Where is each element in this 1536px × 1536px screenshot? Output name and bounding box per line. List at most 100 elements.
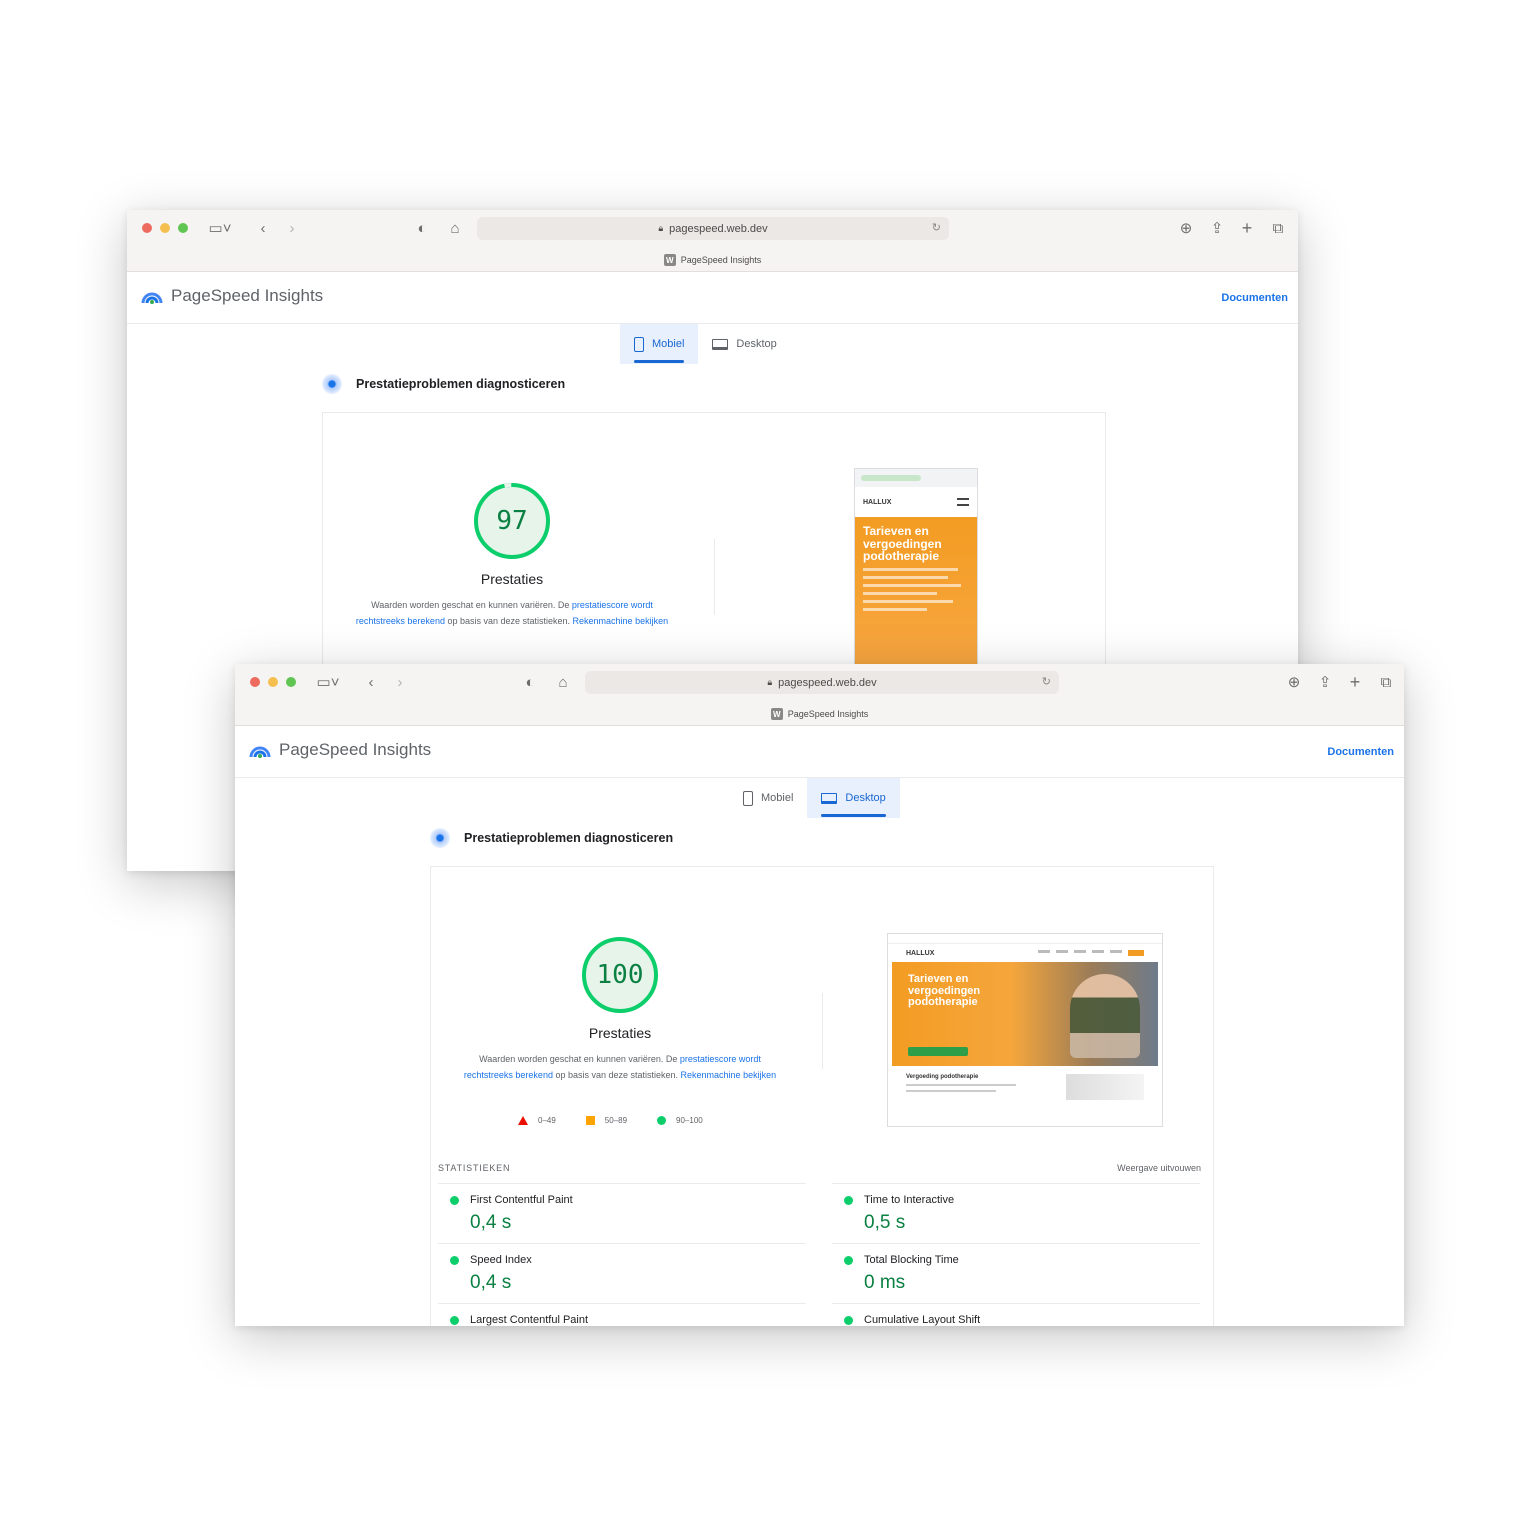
minimize-window-button[interactable] — [268, 677, 278, 687]
privacy-shield-icon[interactable]: ◐ — [413, 218, 431, 238]
note-text-2: op basis van deze statistieken. — [444, 616, 573, 626]
address-bar[interactable]: 🔒︎ pagespeed.web.dev ↻ — [477, 217, 949, 240]
zoom-window-button[interactable] — [286, 677, 296, 687]
new-tab-icon[interactable]: + — [1238, 218, 1256, 238]
mobile-screenshot: HALLUX Tarieven en vergoedingen podother… — [854, 468, 978, 666]
screenshot-hero-title: Tarieven en vergoedingen podotherapie — [863, 524, 942, 564]
screenshot-subsection: Vergoeding podotherapie — [888, 1066, 1162, 1100]
screenshot-hero-title: Tarieven en vergoedingen podotherapie — [908, 973, 981, 1009]
window-controls — [142, 223, 188, 233]
performance-score: 100 — [596, 960, 644, 990]
reload-icon[interactable]: ↻ — [1042, 675, 1051, 688]
download-icon[interactable]: ⊕ — [1177, 218, 1195, 238]
metric-name: Cumulative Layout Shift — [864, 1314, 981, 1326]
calculator-link[interactable]: Rekenmachine bekijken — [681, 1070, 777, 1080]
browser-window-desktop-report: ▭˅ ‹ › ◐ ⌂ 🔒︎ pagespeed.web.dev ↻ ⊕ ⇪ + … — [235, 664, 1404, 1326]
metric-name: First Contentful Paint — [470, 1194, 573, 1206]
psi-logo[interactable]: PageSpeed Insights — [141, 286, 323, 306]
tab-overview-icon[interactable]: ⧉ — [1269, 218, 1287, 238]
legend-pass: 90–100 — [657, 1116, 703, 1125]
back-icon[interactable]: ‹ — [363, 672, 379, 692]
pagespeed-logo-icon — [249, 746, 271, 758]
pagespeed-logo-icon — [141, 292, 163, 304]
performance-label: Prestaties — [588, 1025, 652, 1041]
forward-icon[interactable]: › — [392, 672, 408, 692]
phone-icon — [743, 790, 753, 806]
tab-mobile[interactable]: Mobiel — [620, 324, 699, 364]
pass-dot-icon — [844, 1196, 853, 1205]
divider — [822, 993, 823, 1069]
browser-toolbar: ▭˅ ‹ › ◐ ⌂ 🔒︎ pagespeed.web.dev ↻ ⊕ ⇪ + … — [235, 664, 1404, 726]
laptop-icon — [712, 338, 729, 350]
reload-icon[interactable]: ↻ — [932, 221, 941, 234]
share-icon[interactable]: ⇪ — [1316, 672, 1334, 692]
metric-fcp: First Contentful Paint 0,4 s — [438, 1183, 806, 1243]
browser-tab[interactable]: W PageSpeed Insights — [127, 254, 1298, 266]
expand-view-toggle[interactable]: Weergave uitvouwen — [1117, 1163, 1201, 1173]
close-window-button[interactable] — [250, 677, 260, 687]
forward-icon[interactable]: › — [284, 218, 300, 238]
minimize-window-button[interactable] — [160, 223, 170, 233]
desktop-screenshot: HALLUX Tarieven en vergoedingen podother… — [887, 933, 1163, 1127]
tab-mobile-label: Mobiel — [761, 792, 794, 804]
docs-link[interactable]: Documenten — [1221, 292, 1288, 304]
performance-gauge: 97 — [472, 481, 552, 561]
share-icon[interactable]: ⇪ — [1208, 218, 1226, 238]
report-card: 100 Prestaties Waarden worden geschat en… — [430, 866, 1214, 1326]
tab-desktop[interactable]: Desktop — [807, 778, 900, 818]
psi-brand-title: PageSpeed Insights — [279, 740, 432, 759]
browser-toolbar: ▭˅ ‹ › ◐ ⌂ 🔒︎ pagespeed.web.dev ↻ ⊕ ⇪ + … — [127, 210, 1298, 272]
calculator-link[interactable]: Rekenmachine bekijken — [573, 616, 669, 626]
site-logo: HALLUX — [906, 949, 935, 957]
psi-brand-title: PageSpeed Insights — [171, 286, 324, 305]
sidebar-toggle-icon[interactable]: ▭˅ — [205, 218, 235, 238]
note-text: Waarden worden geschat en kunnen variëre… — [479, 1054, 680, 1064]
psi-logo[interactable]: PageSpeed Insights — [249, 740, 431, 760]
diagnose-heading-text: Prestatieproblemen diagnosticeren — [464, 831, 674, 845]
diagnose-heading: Prestatieproblemen diagnosticeren — [430, 828, 673, 848]
note-text-2: op basis van deze statistieken. — [552, 1070, 681, 1080]
tab-desktop[interactable]: Desktop — [698, 324, 790, 364]
metric-speed-index: Speed Index 0,4 s — [438, 1243, 806, 1303]
score-legend: 0–49 50–89 90–100 — [518, 1116, 703, 1125]
new-tab-icon[interactable]: + — [1346, 672, 1364, 692]
screenshot-nav: HALLUX — [888, 944, 1162, 962]
download-icon[interactable]: ⊕ — [1285, 672, 1303, 692]
home-icon[interactable]: ⌂ — [553, 672, 573, 692]
square-icon — [585, 1116, 595, 1125]
address-bar-url: pagespeed.web.dev — [669, 222, 768, 235]
legend-fail: 0–49 — [518, 1116, 556, 1125]
metric-name: Time to Interactive — [864, 1194, 955, 1206]
site-logo: HALLUX — [863, 498, 892, 506]
window-controls — [250, 677, 296, 687]
performance-score: 97 — [496, 506, 528, 536]
pass-dot-icon — [844, 1316, 853, 1325]
favicon-icon: W — [663, 254, 676, 266]
tab-mobile[interactable]: Mobiel — [729, 778, 807, 818]
close-window-button[interactable] — [142, 223, 152, 233]
screenshot-topbar — [855, 469, 977, 487]
address-bar[interactable]: 🔒︎ pagespeed.web.dev ↻ — [585, 671, 1059, 694]
privacy-shield-icon[interactable]: ◐ — [521, 672, 539, 692]
back-icon[interactable]: ‹ — [255, 218, 271, 238]
score-note: Waarden worden geschat en kunnen variëre… — [352, 597, 672, 629]
sidebar-toggle-icon[interactable]: ▭˅ — [313, 672, 343, 692]
browser-tab[interactable]: W PageSpeed Insights — [235, 708, 1404, 720]
stats-heading: STATISTIEKEN — [438, 1163, 511, 1173]
screenshot-topbar — [888, 934, 1162, 944]
docs-link[interactable]: Documenten — [1327, 746, 1394, 758]
tab-overview-icon[interactable]: ⧉ — [1377, 672, 1395, 692]
screenshot-hero: Tarieven en vergoedingen podotherapie — [855, 517, 977, 665]
pass-dot-icon — [450, 1316, 459, 1325]
divider — [714, 539, 715, 615]
phone-icon — [634, 336, 644, 352]
screenshot-hero: Tarieven en vergoedingen podotherapie — [892, 962, 1158, 1066]
performance-label: Prestaties — [480, 571, 544, 587]
screenshot-image — [1066, 1074, 1144, 1100]
pass-dot-icon — [450, 1196, 459, 1205]
zoom-window-button[interactable] — [178, 223, 188, 233]
tab-desktop-label: Desktop — [736, 338, 777, 350]
address-bar-url: pagespeed.web.dev — [778, 676, 877, 689]
home-icon[interactable]: ⌂ — [445, 218, 465, 238]
screenshot-nav-links — [1038, 950, 1144, 956]
